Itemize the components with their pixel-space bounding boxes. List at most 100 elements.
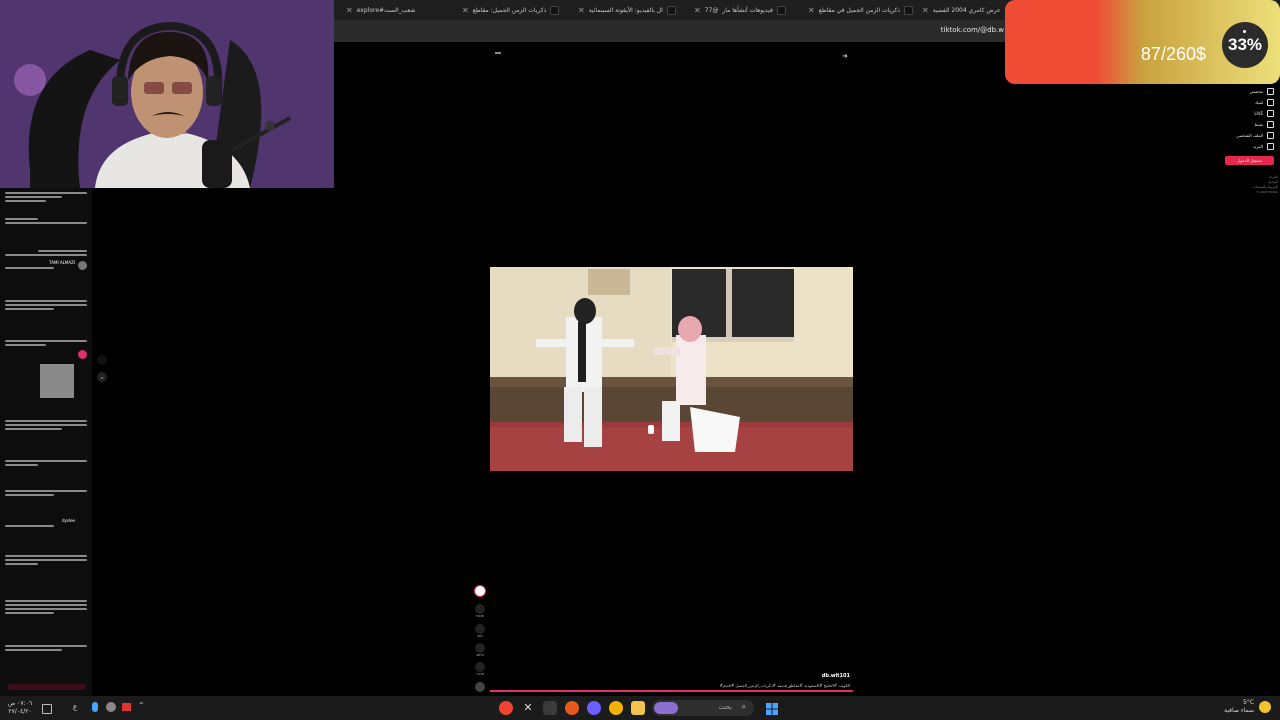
nav-item-activity[interactable]: نشط (1255, 121, 1274, 128)
app-icon-widget[interactable] (543, 701, 557, 715)
tiktok-icon (550, 5, 560, 15)
app-icon-chrome[interactable] (609, 701, 623, 715)
video-player[interactable] (490, 267, 853, 471)
close-icon[interactable]: ✕ (922, 6, 929, 15)
video-progress-bar[interactable] (490, 690, 853, 692)
close-icon[interactable]: ✕ (694, 6, 701, 15)
url-text[interactable]: tiktok.com/@db.w (941, 26, 1004, 34)
search-icon: ⌕ (741, 702, 746, 711)
bookmark-icon[interactable] (475, 643, 485, 653)
taskbar-search[interactable]: بحث ⌕ (652, 700, 754, 716)
comment (5, 553, 87, 567)
nav-item-more[interactable]: المزيد (1253, 143, 1274, 150)
activity-icon (1267, 121, 1274, 128)
avatar[interactable] (78, 350, 87, 359)
comment (5, 190, 87, 204)
bookmark-count: 4870 (476, 653, 484, 657)
comment (5, 418, 87, 432)
author-avatar[interactable] (474, 585, 486, 597)
comment-input[interactable] (8, 684, 86, 690)
donation-percent-badge: 33% (1222, 22, 1268, 68)
arrow-right-icon[interactable]: ➜ (842, 52, 848, 60)
comment (5, 298, 87, 312)
comment-count: 497 (477, 634, 483, 638)
weather-desc: سماء صافية (1224, 707, 1254, 714)
comment-button[interactable]: 497 (474, 624, 486, 638)
close-icon[interactable]: ✕ (346, 6, 353, 15)
nav-label: LIVE (1254, 111, 1263, 116)
comments-panel[interactable]: TAMI ALMAZI dyslee (0, 188, 92, 696)
comment (5, 338, 87, 348)
cursor-icon (648, 425, 654, 434)
webcam-overlay (0, 0, 334, 188)
browser-tab[interactable]: ✕ ذكريات الزمن الجميل: مقاطع (462, 0, 560, 20)
notification-icon[interactable] (42, 704, 52, 714)
browser-tab[interactable]: ✕ ال بالفيديو: الأيقونة السينمائية (578, 0, 676, 20)
comment: TAMI ALMAZI (5, 260, 87, 271)
tab-title: ذكريات الزمن الجميل في مقاطع (818, 6, 901, 14)
nav-item-following[interactable]: لقبك (1255, 99, 1274, 106)
bookmark-button[interactable]: 4870 (474, 643, 486, 657)
app-icon-discord[interactable] (587, 701, 601, 715)
share-button[interactable]: 7118 (474, 662, 486, 676)
nav-label: مخصص (1249, 89, 1263, 94)
comment: dyslee (5, 518, 87, 529)
app-icon-x[interactable]: ✕ (521, 701, 535, 715)
heart-icon[interactable] (475, 604, 485, 614)
speaker-icon[interactable] (106, 702, 116, 712)
tiktok-icon (666, 5, 676, 15)
system-clock[interactable]: ٠٧:٠٦ ص ٢٧/٠٤/٢٠ (8, 700, 32, 716)
clock-date: ٢٧/٠٤/٢٠ (8, 708, 32, 715)
nav-item-foryou[interactable]: مخصص (1250, 88, 1274, 95)
tiktok-icon (776, 5, 786, 15)
tab-title: ال بالفيديو: الأيقونة السينمائية (588, 6, 663, 14)
comment-author: dyslee (61, 518, 75, 523)
share-icon[interactable] (475, 662, 485, 672)
language-indicator[interactable]: ع (73, 703, 77, 711)
profile-icon (1267, 132, 1274, 139)
browser-tab[interactable]: ✕ explore#شعب_الصت (346, 0, 415, 20)
donation-amount: 87/260$ (1140, 44, 1206, 64)
browser-tab[interactable]: ✕ عرض كامري 2004 الفضية (922, 0, 1001, 20)
sound-avatar[interactable] (474, 682, 486, 692)
chevron-up-icon[interactable] (97, 355, 107, 365)
tab-title: عرض كامري 2004 الفضية (932, 6, 1001, 14)
clock-time: ٠٧:٠٦ ص (8, 700, 33, 707)
close-icon[interactable]: ✕ (578, 6, 585, 15)
weather-widget[interactable]: 5°C سماء صافية (1218, 699, 1254, 715)
comment (5, 458, 87, 468)
browser-tab[interactable]: ✕ 77@ فيديوهات أنشأها مار (694, 0, 786, 20)
chevron-down-icon[interactable]: ⌄ (97, 372, 107, 382)
minus-icon[interactable] (495, 52, 501, 54)
microphone-icon[interactable] (92, 702, 98, 712)
app-icon-firefox[interactable] (565, 701, 579, 715)
nav-label: نشط (1254, 122, 1263, 127)
video-caption: #الكويت #الخليج #السعودية #مقاطع_قديمة #… (719, 683, 850, 688)
close-icon[interactable]: ✕ (462, 6, 469, 15)
app-icon-folder[interactable] (631, 701, 645, 715)
record-icon[interactable] (122, 703, 131, 711)
donation-goal-widget: 87/260$ 33% (1005, 0, 1280, 84)
comment (5, 216, 87, 226)
close-icon[interactable]: ✕ (808, 6, 815, 15)
start-button[interactable] (765, 701, 779, 715)
comment-icon[interactable] (475, 624, 485, 634)
browser-tab[interactable]: ✕ ذكريات الزمن الجميل في مقاطع (808, 0, 914, 20)
copyright: © 2025 TikTok (1256, 190, 1278, 194)
tab-title: فيديوهات أنشأها مار (722, 6, 773, 14)
nav-item-profile[interactable]: الملف الشخصي (1236, 132, 1274, 139)
login-button[interactable]: تسجيل الدخول (1225, 156, 1274, 165)
tab-title: ذكريات الزمن الجميل: مقاطع (472, 6, 547, 14)
comment (5, 643, 87, 653)
video-author[interactable]: db.wlt101 (780, 673, 850, 679)
like-button[interactable]: 5938 (474, 604, 486, 618)
chevron-up-icon[interactable]: ⌃ (138, 701, 145, 710)
comment (5, 488, 87, 498)
comment-author: TAMI ALMAZI (49, 260, 75, 265)
taskbar: ٠٧:٠٦ ص ٢٧/٠٤/٢٠ ع ⌃ ✕ بحث ⌕ 5°C سماء صا… (0, 696, 1280, 720)
share-count: 7118 (476, 672, 484, 676)
comment-image[interactable] (40, 364, 74, 398)
nav-item-live[interactable]: LIVE (1254, 110, 1274, 117)
app-icon-opera[interactable] (499, 701, 513, 715)
tab-title: 77@ (704, 6, 719, 14)
